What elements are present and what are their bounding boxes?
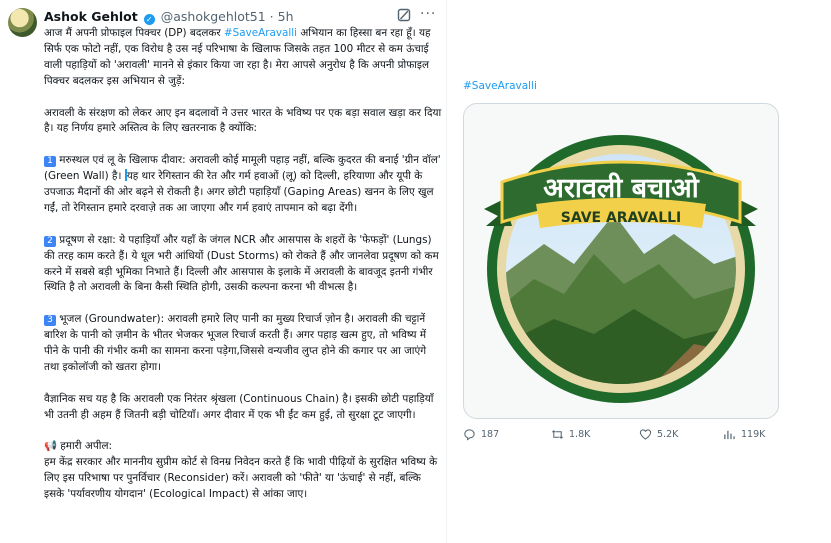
reply-count: 187 [481,429,500,440]
media-hashtag-link[interactable]: #SaveAravalli [463,80,537,92]
views-icon [724,430,735,440]
retweet-icon [552,430,563,439]
point-3-text: भूजल (Groundwater): अरावली हमारे लिए पान… [44,313,427,373]
grok-icon[interactable] [397,8,411,22]
retweet-count: 1.8K [569,429,591,440]
appeal-heading: 📢 हमारी अपील: [44,439,442,455]
reply-icon [464,429,475,441]
point-1-paragraph: 1 मरुस्थल एवं लू के खिलाफ दीवार: अरावली … [44,153,442,217]
scientific-paragraph: वैज्ञानिक सच यह है कि अरावली एक निरंतर श… [44,392,434,421]
like-button[interactable]: 5.2K [639,428,678,441]
save-aravalli-illustration: अरावली बचाओ SAVE ARAVALLI [484,135,758,403]
author-handle[interactable]: @ashokgehlot51 [161,9,266,24]
views-count: 119K [741,429,766,440]
number-2-badge: 2 [44,235,56,247]
point-2-text: प्रदूषण से रक्षा: ये पहाड़ियाँ और यहाँ क… [44,233,439,294]
hashtag-link[interactable]: #SaveAravalli [224,27,297,39]
point-2-paragraph: 2 प्रदूषण से रक्षा: ये पहाड़ियाँ और यहाँ… [44,233,442,297]
avatar[interactable] [8,8,37,37]
like-count: 5.2K [657,429,679,440]
like-icon [639,429,652,440]
tweet-header: Ashok Gehlot ✓ @ashokgehlot51 · 5h [44,9,440,26]
number-1-badge: 1 [44,156,56,168]
intro-text-a: आज मैं अपनी प्रोफाइल पिक्चर (DP) बदलकर [44,27,224,39]
point-3-paragraph: 3 भूजल (Groundwater): अरावली हमारे लिए प… [44,312,442,376]
appeal-title: हमारी अपील: [56,440,112,453]
views-button[interactable]: 119K [723,428,765,441]
appeal-paragraph: हम केंद्र सरकार और माननीय सुप्रीम कोर्ट … [44,456,438,501]
retweet-button[interactable]: 1.8K [551,428,590,441]
more-options-icon[interactable]: ··· [420,6,436,22]
intro-paragraph: आज मैं अपनी प्रोफाइल पिक्चर (DP) बदलकर #… [44,26,442,90]
header-separator: · [269,9,274,24]
verified-badge-icon: ✓ [143,14,155,25]
post-time[interactable]: 5h [278,9,294,24]
number-3-badge: 3 [44,315,56,327]
engagement-bar: 187 1.8K 5.2K 119K [463,428,777,442]
reply-button[interactable]: 187 [463,428,499,441]
context-paragraph: अरावली के संरक्षण को लेकर आए इन बदलावों … [44,106,442,135]
tweet-body: आज मैं अपनी प्रोफाइल पिक्चर (DP) बदलकर #… [44,26,442,503]
megaphone-icon: 📢 [44,440,57,453]
column-divider [446,0,447,543]
tweet-text-column: Ashok Gehlot ✓ @ashokgehlot51 · 5h ··· आ… [0,0,446,543]
media-image[interactable]: अरावली बचाओ SAVE ARAVALLI [463,103,779,419]
banner-english-text: SAVE ARAVALLI [561,210,682,226]
author-name[interactable]: Ashok Gehlot [44,9,138,24]
